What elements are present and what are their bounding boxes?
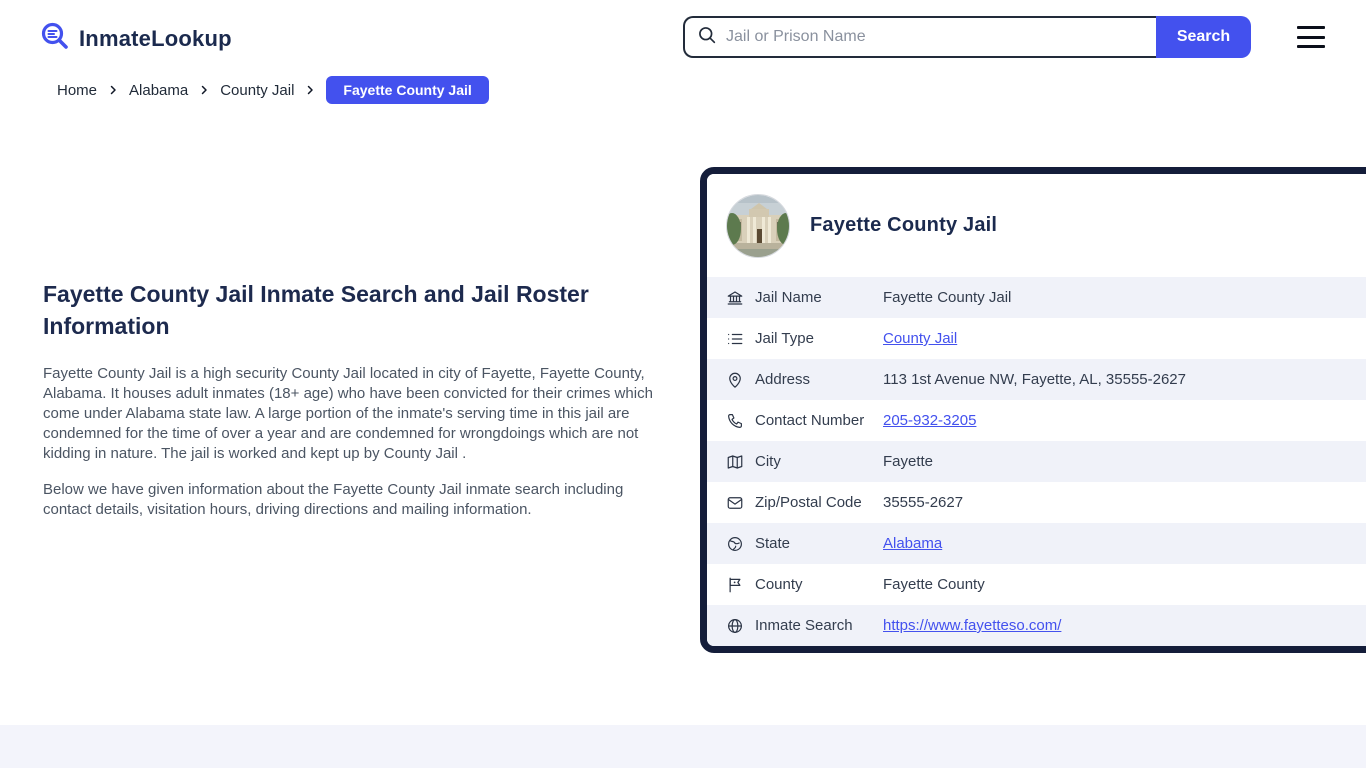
breadcrumb-county-jail[interactable]: County Jail xyxy=(220,82,294,99)
jail-card-title: Fayette County Jail xyxy=(810,214,998,236)
row-label: County xyxy=(755,576,803,593)
chevron-right-icon xyxy=(304,84,316,96)
intro-paragraph: Fayette County Jail is a high security C… xyxy=(43,365,653,462)
row-label: Contact Number xyxy=(755,412,865,429)
row-label: Jail Type xyxy=(755,330,814,347)
row-value[interactable]: County Jail xyxy=(883,330,957,347)
row-value: Fayette County xyxy=(883,576,985,593)
breadcrumb-alabama[interactable]: Alabama xyxy=(129,82,188,99)
site-logo[interactable]: InmateLookup xyxy=(40,21,232,56)
map-pin-icon xyxy=(726,371,744,389)
chevron-right-icon xyxy=(107,84,119,96)
flag-icon xyxy=(726,576,744,594)
footer xyxy=(0,725,1366,768)
search-input[interactable] xyxy=(726,18,1156,56)
breadcrumb-current-badge: Fayette County Jail xyxy=(326,76,489,104)
card-header: Fayette County Jail xyxy=(707,174,1366,277)
row-value[interactable]: 205-932-3205 xyxy=(883,412,976,429)
table-row: Inmate Search https://www.fayetteso.com/ xyxy=(707,605,1366,646)
row-label: State xyxy=(755,535,791,552)
courthouse-photo xyxy=(726,193,790,258)
row-value: Fayette xyxy=(883,453,934,470)
breadcrumb: Home Alabama County Jail Fayette County … xyxy=(57,76,489,104)
page: InmateLookup Search Home Alabama County … xyxy=(0,0,1366,768)
phone-icon xyxy=(726,412,744,430)
row-label: Address xyxy=(755,371,811,388)
menu-icon[interactable] xyxy=(1297,26,1325,48)
search-input-wrap xyxy=(683,16,1156,58)
table-row: County Fayette County xyxy=(707,564,1366,605)
row-value[interactable]: https://www.fayetteso.com/ xyxy=(883,617,1061,634)
row-value: 35555-2627 xyxy=(883,494,964,511)
table-row: Zip/Postal Code 35555-2627 xyxy=(707,482,1366,523)
main-content: Fayette County Jail Inmate Search and Ja… xyxy=(43,278,661,536)
table-row: State Alabama xyxy=(707,523,1366,564)
row-label: Inmate Search xyxy=(755,617,853,634)
row-value: Fayette County Jail xyxy=(883,289,1012,306)
globe-grid-icon xyxy=(726,617,744,635)
breadcrumb-home[interactable]: Home xyxy=(57,82,97,99)
globe-icon xyxy=(726,535,744,553)
row-value[interactable]: Alabama xyxy=(883,535,942,552)
row-label: City xyxy=(755,453,781,470)
info-paragraph: Below we have given information about th… xyxy=(43,481,624,518)
map-icon xyxy=(726,453,744,471)
row-label: Jail Name xyxy=(755,289,822,306)
info-table: Jail Name Fayette County Jail Jail Type … xyxy=(707,277,1366,646)
search-icon xyxy=(697,25,717,50)
list-icon xyxy=(726,330,744,348)
search-bar: Search xyxy=(683,16,1251,58)
table-row: Jail Name Fayette County Jail xyxy=(707,277,1366,318)
envelope-icon xyxy=(726,494,744,512)
row-label: Zip/Postal Code xyxy=(755,494,862,511)
chevron-right-icon xyxy=(198,84,210,96)
jail-info-card: Fayette County Jail Jail Name Fayette Co… xyxy=(700,167,1366,653)
magnifier-logo-icon xyxy=(40,21,70,56)
table-row: Jail Type County Jail xyxy=(707,318,1366,359)
table-row: Contact Number 205-932-3205 xyxy=(707,400,1366,441)
table-row: City Fayette xyxy=(707,441,1366,482)
row-value: 113 1st Avenue NW, Fayette, AL, 35555-26… xyxy=(883,371,1186,388)
logo-text: InmateLookup xyxy=(79,25,232,51)
table-row: Address 113 1st Avenue NW, Fayette, AL, … xyxy=(707,359,1366,400)
bank-icon xyxy=(726,289,744,307)
page-title: Fayette County Jail Inmate Search and Ja… xyxy=(43,281,589,339)
search-button[interactable]: Search xyxy=(1156,16,1251,58)
